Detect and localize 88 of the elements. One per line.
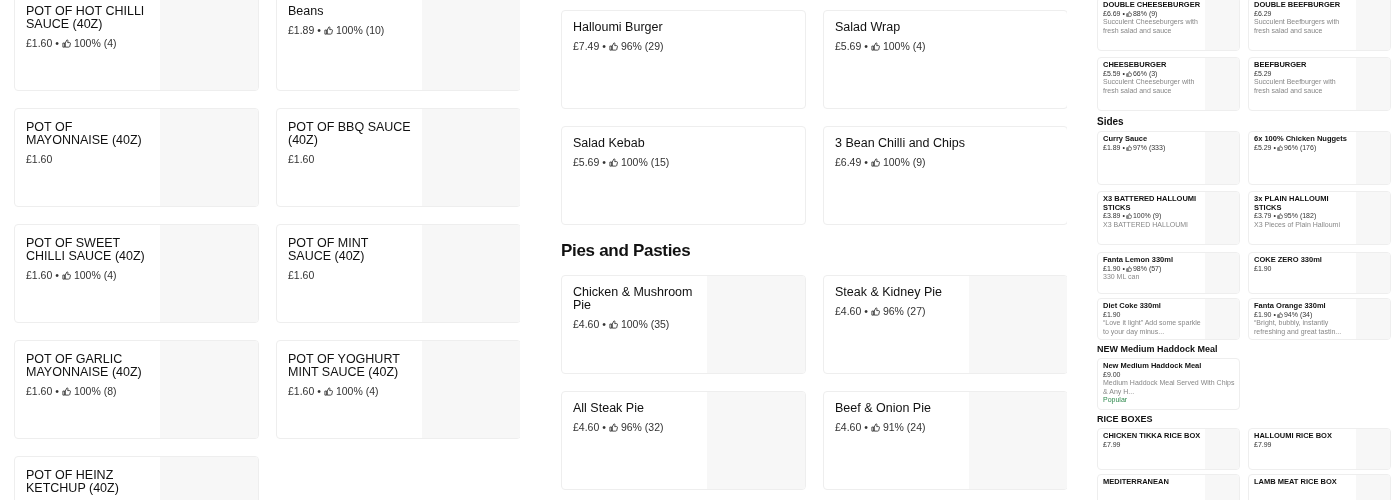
item-rating: 100% (4): [73, 37, 117, 49]
item-name: POT OF HEINZ KETCHUP (40Z): [26, 469, 120, 495]
item-rating: 100% (4): [335, 385, 379, 397]
item-rating: 100% (4): [882, 40, 926, 52]
item-price: £5.69 •: [835, 40, 868, 52]
item-name: All Steak Pie: [573, 402, 645, 415]
section-heading: NEW Medium Haddock Meal: [1097, 344, 1219, 355]
thumbs-up-icon: [870, 306, 880, 316]
item-price: £6.49 •: [835, 156, 868, 168]
item-rating: 91% (24): [882, 421, 926, 433]
item-rating: 100% (15): [620, 156, 670, 168]
menu-item-card[interactable]: POT OF MINT SAUCE (40Z) £1.60: [276, 224, 520, 323]
thumbs-up-icon: [323, 25, 333, 35]
menu-item-card[interactable]: Halloumi Burger £7.49 • 96% (29): [561, 10, 806, 109]
menu-item-card[interactable]: POT OF MAYONNAISE (40Z) £1.60: [14, 108, 259, 207]
item-price: £1.60 •: [288, 385, 321, 397]
item-price: £4.60 •: [573, 318, 606, 330]
thumbs-up-icon: [1125, 144, 1132, 151]
item-rating: 96% (32): [620, 421, 664, 433]
item-name: Salad Wrap: [835, 21, 902, 34]
item-rating: 96% (29): [620, 40, 664, 52]
thumbs-up-icon: [1125, 213, 1132, 220]
item-name: POT OF MAYONNAISE (40Z): [26, 121, 143, 147]
item-price: £5.69 •: [573, 156, 606, 168]
item-rating: 100% (4): [73, 269, 117, 281]
item-name: Salad Kebab: [573, 137, 646, 150]
thumbs-up-icon: [1125, 265, 1132, 272]
menu-item-card[interactable]: All Steak Pie £4.60 • 96% (32): [561, 391, 806, 490]
item-price: £7.49 •: [573, 40, 606, 52]
menu-item-card[interactable]: POT OF GARLIC MAYONNAISE (40Z) £1.60 • 100% (8): [14, 340, 259, 439]
item-name: POT OF MINT SAUCE (40Z): [288, 237, 370, 263]
thumbs-up-icon: [608, 319, 618, 329]
item-price: £1.60: [26, 153, 53, 165]
item-name: 3 Bean Chilli and Chips: [835, 137, 966, 150]
section-heading: RICE BOXES: [1097, 414, 1154, 425]
menu-item-card[interactable]: POT OF SWEET CHILLI SAUCE (40Z) £1.60 • 100% (4): [14, 224, 259, 323]
thumbs-up-icon: [608, 422, 618, 432]
item-price: £1.60 •: [26, 37, 59, 49]
thumbs-up-icon: [870, 157, 880, 167]
menu-item-card[interactable]: POT OF HOT CHILLI SAUCE (40Z) £1.60 • 100% (4): [14, 0, 259, 91]
menu-item-card[interactable]: POT OF HEINZ KETCHUP (40Z): [14, 456, 259, 500]
menu-item-card[interactable]: Steak & Kidney Pie £4.60 • 96% (27): [823, 275, 1067, 374]
thumbs-up-icon: [1276, 144, 1283, 151]
menu-item-card[interactable]: Salad Kebab £5.69 • 100% (15): [561, 126, 806, 225]
thumbs-up-icon: [1276, 213, 1283, 220]
item-rating: 96% (27): [882, 305, 926, 317]
section-heading: Sides: [1097, 116, 1125, 127]
item-price: £4.60 •: [573, 421, 606, 433]
item-rating: 100% (8): [73, 385, 117, 397]
item-name: POT OF SWEET CHILLI SAUCE (40Z): [26, 237, 146, 263]
item-price: £4.60 •: [835, 305, 868, 317]
item-rating: 100% (10): [335, 24, 385, 36]
menu-item-card[interactable]: Chicken & Mushroom Pie £4.60 • 100% (35): [561, 275, 806, 374]
thumbs-up-icon: [608, 41, 618, 51]
item-price: £1.60: [288, 153, 315, 165]
thumbs-up-icon: [608, 157, 618, 167]
thumbs-up-icon: [61, 38, 71, 48]
thumbs-up-icon: [1276, 311, 1283, 318]
item-rating: 100% (35): [620, 318, 670, 330]
thumbs-up-icon: [1125, 70, 1132, 77]
item-name: POT OF YOGHURT MINT SAUCE (40Z): [288, 353, 401, 379]
section-heading: Pies and Pasties: [561, 241, 692, 261]
item-name: Beef & Onion Pie: [835, 402, 932, 415]
item-name: POT OF GARLIC MAYONNAISE (40Z): [26, 353, 143, 379]
menu-item-card[interactable]: 3 Bean Chilli and Chips £6.49 • 100% (9): [823, 126, 1067, 225]
menu-item-card[interactable]: POT OF YOGHURT MINT SAUCE (40Z) £1.60 • 100% (4): [276, 340, 520, 439]
item-price: £1.60 •: [26, 385, 59, 397]
item-name: Steak & Kidney Pie: [835, 286, 943, 299]
item-name: Halloumi Burger: [573, 21, 664, 34]
menu-item-card[interactable]: POT OF BBQ SAUCE (40Z) £1.60: [276, 108, 520, 207]
item-price: £1.89 •: [288, 24, 321, 36]
item-name: POT OF HOT CHILLI SAUCE (40Z): [26, 5, 146, 31]
thumbs-up-icon: [61, 270, 71, 280]
item-name: Beans: [288, 5, 325, 18]
thumbs-up-icon: [870, 422, 880, 432]
menu-item-card[interactable]: Beef & Onion Pie £4.60 • 91% (24): [823, 391, 1067, 490]
menu-item-card[interactable]: Beans £1.89 • 100% (10): [276, 0, 520, 91]
item-name: Chicken & Mushroom Pie: [573, 286, 694, 312]
thumbs-up-icon: [1125, 10, 1132, 17]
item-rating: 100% (9): [882, 156, 926, 168]
item-price: £4.60 •: [835, 421, 868, 433]
thumbs-up-icon: [323, 386, 333, 396]
item-price: £1.60 •: [26, 269, 59, 281]
item-price: £1.60: [288, 269, 315, 281]
menu-item-card[interactable]: Salad Wrap £5.69 • 100% (4): [823, 10, 1067, 109]
thumbs-up-icon: [61, 386, 71, 396]
thumbs-up-icon: [870, 41, 880, 51]
item-name: POT OF BBQ SAUCE (40Z): [288, 121, 412, 147]
